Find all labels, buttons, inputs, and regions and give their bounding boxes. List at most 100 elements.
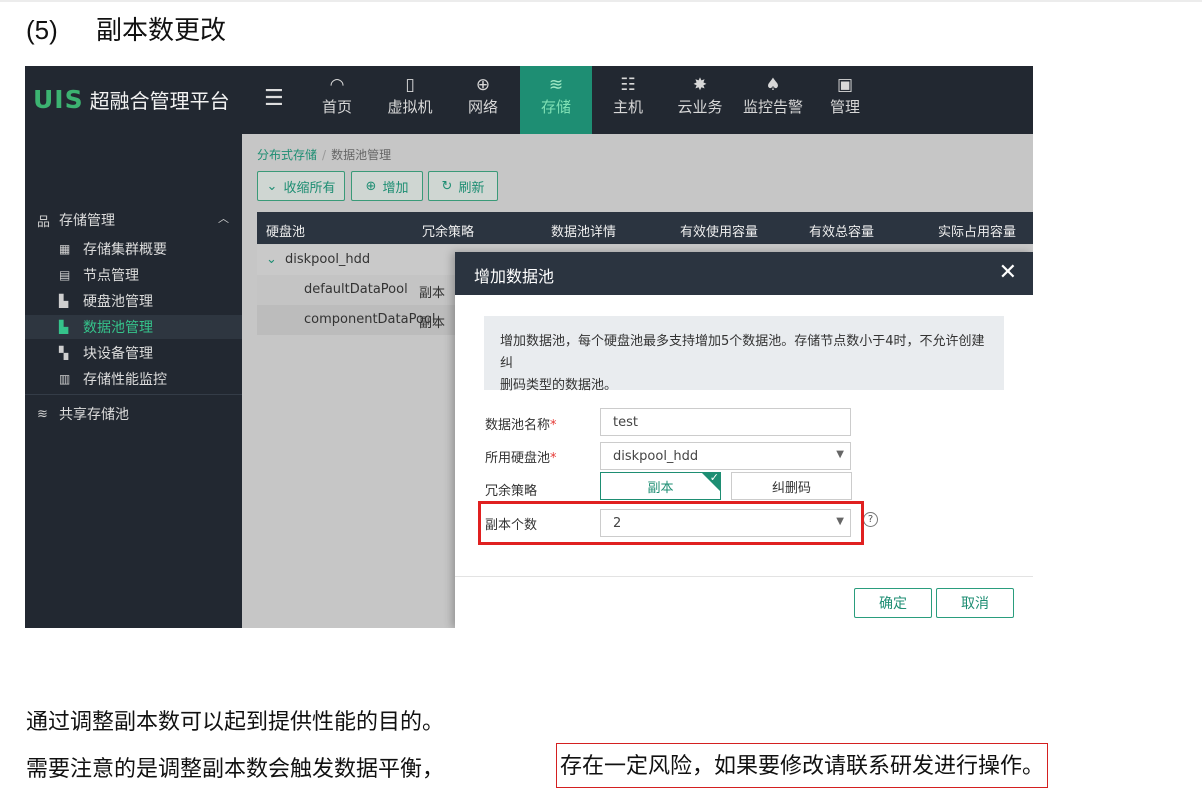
dialog-title: 增加数据池 [474, 267, 555, 286]
sidebar-group-storage[interactable]: 品 存储管理 [37, 210, 115, 230]
nav-home[interactable]: ◠ 首页 [301, 66, 373, 134]
refresh-button[interactable]: ↻ 刷新 [428, 171, 498, 201]
sidebar-item-cluster[interactable]: ▦ 存储集群概要 [25, 237, 242, 261]
globe-icon: ⊕ [475, 75, 491, 95]
column-header: 有效使用容量 [680, 225, 759, 240]
breadcrumb: 分布式存储 / 数据池管理 [257, 146, 391, 163]
close-icon[interactable]: ✕ [999, 260, 1017, 285]
top-nav-bar: UIS 超融合管理平台 ☰ ◠ 首页 ▯ 虚拟机 ⊕ 网络 ≋ 存储 ☷ 主机 … [25, 66, 1033, 134]
database-icon: ≋ [548, 75, 564, 95]
nav-host[interactable]: ☷ 主机 [592, 66, 664, 134]
chevron-up-icon[interactable]: ︿ [218, 210, 229, 226]
highlight-box [478, 501, 864, 545]
nav-storage[interactable]: ≋ 存储 [520, 66, 592, 134]
sidebar-item-block-device[interactable]: ▚ 块设备管理 [25, 341, 242, 365]
column-header: 冗余策略 [422, 225, 475, 240]
sidebar-item-label: 存储集群概要 [83, 242, 167, 258]
nav-label: 虚拟机 [387, 98, 433, 116]
nav-admin[interactable]: ▣ 管理 [809, 66, 881, 134]
logo: UIS 超融合管理平台 [33, 85, 230, 114]
button-label: 收缩所有 [283, 180, 336, 196]
redundancy-option-erasure[interactable]: 纠删码 [731, 472, 852, 500]
confirm-button[interactable]: 确定 [854, 588, 932, 618]
section-heading: (5) 副本数更改 [26, 10, 226, 47]
sidebar-item-label: 硬盘池管理 [83, 294, 153, 310]
pool-name-input[interactable]: test [600, 408, 851, 436]
sidebar-item-data-pool[interactable]: ▙ 数据池管理 [25, 315, 242, 339]
logo-text: 超融合管理平台 [89, 89, 230, 113]
sidebar-item-label: 节点管理 [83, 268, 139, 284]
redundancy-label: 冗余策略 [485, 484, 538, 499]
label-text: 数据池名称 [485, 418, 551, 433]
data-pool-policy: 副本 [419, 286, 446, 301]
node-icon: ▤ [59, 268, 71, 282]
sidebar-item-label: 数据池管理 [83, 320, 153, 336]
dialog-header: 增加数据池 ✕ [455, 252, 1033, 295]
paragraph-1: 通过调整副本数可以起到提供性能的目的。 [26, 710, 445, 735]
sidebar-item-disk-pool[interactable]: ▙ 硬盘池管理 [25, 289, 242, 313]
redundancy-option-replica[interactable]: 副本 ✓ [600, 471, 721, 500]
vm-icon: ▯ [405, 75, 415, 95]
section-title: 副本数更改 [96, 16, 227, 46]
sidebar-item-label: 存储性能监控 [83, 372, 167, 388]
breadcrumb-current: 数据池管理 [331, 148, 392, 162]
nav-label: 云业务 [677, 98, 723, 116]
dashboard-icon: ◠ [329, 75, 345, 95]
disk-pool-label: 所用硬盘池* [485, 447, 557, 466]
app-screenshot: UIS 超融合管理平台 ☰ ◠ 首页 ▯ 虚拟机 ⊕ 网络 ≋ 存储 ☷ 主机 … [25, 66, 1033, 628]
option-label: 副本 [647, 480, 674, 496]
sidebar-divider [25, 394, 242, 395]
data-pool-name: defaultDataPool [304, 282, 408, 297]
column-header: 数据池详情 [551, 225, 617, 240]
data-pool-name: componentDataPool [304, 312, 436, 327]
monitor-icon: ▣ [836, 75, 854, 95]
column-header: 硬盘池 [266, 225, 306, 240]
nav-network[interactable]: ⊕ 网络 [447, 66, 519, 134]
sidebar-group-shared[interactable]: ≋ 共享存储池 [37, 404, 129, 424]
section-number: (5) [26, 15, 58, 45]
nav-vm[interactable]: ▯ 虚拟机 [374, 66, 446, 134]
nav-label: 主机 [612, 98, 643, 116]
disk-pool-select[interactable]: diskpool_hdd ▼ [600, 442, 851, 470]
notice-line: 增加数据池，每个硬盘池最多支持增加5个数据池。存储节点数小于4时，不允许创建纠 [500, 334, 985, 371]
expand-caret-icon[interactable]: ⌄ [266, 252, 277, 267]
dialog-footer-divider [455, 576, 1033, 577]
help-icon[interactable]: ? [863, 512, 878, 527]
refresh-icon: ↻ [441, 178, 453, 194]
cluster-icon: ▦ [59, 242, 71, 256]
nav-cloud[interactable]: ✸ 云业务 [664, 66, 736, 134]
chevron-down-icon: ▼ [836, 449, 844, 460]
select-value: diskpool_hdd [613, 449, 699, 464]
risk-warning-highlight: 存在一定风险，如果要修改请联系研发进行操作。 [556, 743, 1049, 788]
sidebar-item-performance[interactable]: ▥ 存储性能监控 [25, 367, 242, 391]
table-header: 硬盘池 冗余策略 数据池详情 有效使用容量 有效总容量 实际占用容量 [257, 212, 1033, 244]
paragraph-2-prefix: 需要注意的是调整副本数会触发数据平衡， [26, 757, 445, 782]
column-header: 有效总容量 [809, 225, 875, 240]
collapse-all-button[interactable]: ⌄ 收缩所有 [257, 171, 345, 201]
nav-monitor[interactable]: ♠ 监控告警 [737, 66, 809, 134]
top-rule [0, 0, 1202, 2]
cancel-button[interactable]: 取消 [936, 588, 1014, 618]
sidebar: 品 存储管理 ︿ ▦ 存储集群概要 ▤ 节点管理 ▙ 硬盘池管理 ▙ 数据池管理… [25, 134, 242, 628]
label-text: 所用硬盘池 [485, 451, 551, 466]
server-icon: ☷ [620, 75, 636, 95]
plus-circle-icon: ⊕ [365, 178, 377, 194]
button-label: 刷新 [458, 180, 485, 196]
notice-line: 删码类型的数据池。 [500, 378, 618, 393]
data-pool-icon: ▙ [59, 320, 69, 334]
nav-label: 网络 [467, 98, 498, 116]
nav-label: 监控告警 [742, 98, 803, 116]
option-label: 纠删码 [771, 480, 811, 496]
disk-pool-icon: ▙ [59, 294, 69, 308]
breadcrumb-parent[interactable]: 分布式存储 [257, 148, 317, 162]
gear-icon: ✸ [692, 75, 708, 95]
sidebar-item-nodes[interactable]: ▤ 节点管理 [25, 263, 242, 287]
sidebar-group-label: 存储管理 [59, 213, 115, 229]
nav-label: 首页 [321, 98, 352, 116]
add-button[interactable]: ⊕ 增加 [351, 171, 423, 201]
required-mark: * [550, 451, 557, 466]
nav-label: 管理 [829, 98, 860, 116]
hamburger-icon[interactable]: ☰ [264, 86, 284, 111]
org-icon: 品 [37, 214, 51, 230]
sidebar-item-label: 块设备管理 [83, 346, 153, 362]
